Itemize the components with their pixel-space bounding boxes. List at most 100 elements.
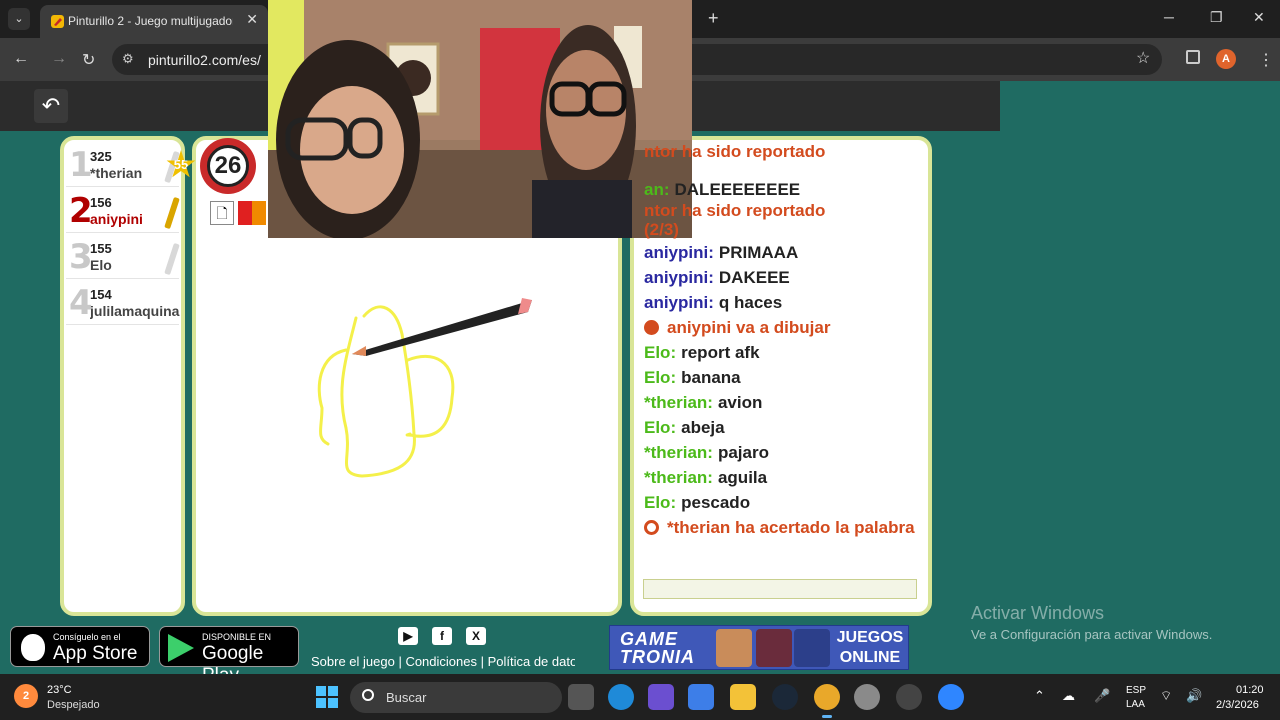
app-store-label: App Store	[53, 643, 138, 664]
chrome-icon[interactable]	[814, 684, 840, 718]
app-icon[interactable]	[896, 684, 922, 710]
system-message: ntor ha sido reportado	[644, 201, 826, 220]
bookmark-star-icon[interactable]: ☆	[1136, 48, 1150, 68]
tab-close-icon[interactable]: ✕	[246, 11, 258, 28]
correct-guess-icon	[644, 520, 659, 535]
facebook-icon[interactable]: f	[432, 627, 452, 645]
clear-canvas-icon[interactable]: 🗋	[210, 201, 234, 225]
steam-icon[interactable]	[772, 684, 798, 710]
footer-links[interactable]: Sobre el juego | Condiciones | Política …	[311, 654, 575, 669]
volume-icon[interactable]: 🔊	[1186, 688, 1202, 704]
network-icon[interactable]: ☁	[1062, 688, 1075, 704]
microsoft365-icon[interactable]	[648, 684, 674, 710]
edge-icon[interactable]	[608, 684, 634, 710]
browser-menu-icon[interactable]: ⋮	[1258, 50, 1274, 70]
player-row: 4 154 julilamaquina	[66, 281, 179, 325]
player-score: 156	[90, 195, 112, 210]
chat-messages: ntor ha sido reportado an: DALEEEEEEEE nt…	[644, 145, 920, 575]
canvas-drawing	[317, 298, 532, 478]
gametronia-title: GAME	[620, 629, 678, 649]
app-store-small-text: Consíguelo en el	[53, 632, 121, 642]
app-store-badge[interactable]: Consíguelo en el App Store	[10, 626, 150, 667]
chat-message: aniypini: q haces	[644, 293, 783, 312]
chat-input[interactable]	[643, 579, 917, 599]
microphone-icon[interactable]: 🎤	[1094, 688, 1110, 704]
player-score: 325	[90, 149, 112, 164]
chat-message: Elo: abeja	[644, 418, 725, 437]
site-info-icon[interactable]: ⚙	[122, 51, 134, 67]
show-hidden-icons-icon[interactable]: ⌃	[1034, 688, 1045, 704]
activate-windows-title: Activar Windows	[971, 603, 1105, 623]
x-icon[interactable]: X	[466, 627, 486, 645]
taskbar-search[interactable]: Buscar	[350, 682, 562, 713]
forward-arrow-icon[interactable]: →	[51, 50, 67, 68]
player-row: 3 155 Elo	[66, 235, 180, 279]
youtube-icon[interactable]: ▶	[398, 627, 418, 645]
clock-time[interactable]: 01:20	[1236, 684, 1264, 696]
player-score: 154	[90, 287, 112, 302]
player-score: 155	[90, 241, 112, 256]
new-tab-button[interactable]: +	[708, 8, 719, 28]
chat-message: aniypini: DAKEEE	[644, 268, 790, 287]
google-play-icon	[168, 634, 194, 662]
settings-gear-icon[interactable]	[854, 684, 880, 710]
close-window-button[interactable]: ✕	[1253, 9, 1265, 26]
apple-icon	[21, 634, 45, 661]
taskbar: 2 23°C Despejado Buscar ⌃ ☁ 🎤 ESP LAA ⌔ …	[0, 674, 1280, 720]
gametronia-cta: JUEGOS ONLINE	[836, 629, 904, 666]
system-message: *therian ha acertado la palabra	[644, 519, 920, 537]
file-explorer-icon[interactable]	[730, 684, 756, 710]
back-arrow-icon[interactable]: ←	[13, 50, 29, 68]
search-placeholder: Buscar	[386, 690, 427, 705]
weather-icon[interactable]: 2	[14, 684, 38, 708]
task-view-icon[interactable]	[568, 684, 594, 710]
active-tab[interactable]: Pinturillo 2 - Juego multijugador ✕	[40, 5, 268, 38]
timer-value: 26	[207, 145, 249, 187]
chat-message: Elo: banana	[644, 368, 741, 387]
activate-windows-subtitle: Ve a Configuración para activar Windows.	[971, 627, 1213, 642]
minimize-button[interactable]: ─	[1164, 9, 1174, 25]
weather-description[interactable]: Despejado	[47, 699, 100, 711]
gametronia-banner[interactable]: GAME TRONIA JUEGOS ONLINE	[609, 625, 909, 670]
game-thumbnail	[716, 629, 752, 667]
chat-message: an: DALEEEEEEEE	[644, 180, 801, 199]
round-timer: 26	[200, 138, 256, 194]
tab-title: Pinturillo 2 - Juego multijugador	[68, 14, 233, 28]
system-message: (2/3)	[644, 220, 679, 239]
google-play-badge[interactable]: DISPONIBLE EN Google Play	[159, 626, 299, 686]
webcam-image	[268, 0, 692, 238]
chat-message: *therian: avion	[644, 393, 763, 412]
player-row: 1 325 *therian	[66, 143, 180, 187]
google-play-small-text: DISPONIBLE EN	[202, 632, 272, 642]
tab-search-button[interactable]: ⌄	[8, 8, 30, 30]
chat-message: *therian: pajaro	[644, 443, 769, 462]
chat-message: *therian: aguila	[644, 468, 768, 487]
windows-start-icon[interactable]	[316, 686, 338, 708]
system-message: ntor ha sido reportado	[644, 145, 826, 161]
extensions-icon[interactable]	[1186, 50, 1200, 64]
color-swatch-red[interactable]	[238, 201, 252, 225]
system-message: aniypini va a dibujar	[644, 315, 920, 340]
chat-message: Elo: pescado	[644, 493, 751, 512]
reload-icon[interactable]: ↻	[82, 50, 95, 70]
app-icon[interactable]	[938, 684, 964, 710]
gametronia-title-2: TRONIA	[620, 647, 695, 667]
game-thumbnail	[756, 629, 792, 667]
color-swatch-orange[interactable]	[252, 201, 266, 225]
player-name: julilamaquina	[90, 303, 180, 319]
input-layout[interactable]: LAA	[1126, 699, 1145, 710]
weather-temperature[interactable]: 23°C	[47, 684, 72, 696]
profile-avatar[interactable]: A	[1216, 49, 1236, 69]
chat-message: Elo: report afk	[644, 343, 760, 362]
exit-room-icon[interactable]: ↶	[34, 89, 68, 123]
chat-message: aniypini: PRIMAAA	[644, 243, 799, 262]
input-language[interactable]: ESP	[1126, 685, 1146, 696]
drawing-turn-icon	[644, 320, 659, 335]
url-text[interactable]: pinturillo2.com/es/	[148, 52, 261, 68]
store-icon[interactable]	[688, 684, 714, 710]
search-icon	[362, 689, 374, 701]
maximize-button[interactable]: ❐	[1210, 9, 1223, 26]
webcam-overlay	[268, 0, 692, 238]
wifi-icon[interactable]: ⌔	[1160, 688, 1172, 704]
clock-date[interactable]: 2/3/2026	[1216, 699, 1259, 711]
